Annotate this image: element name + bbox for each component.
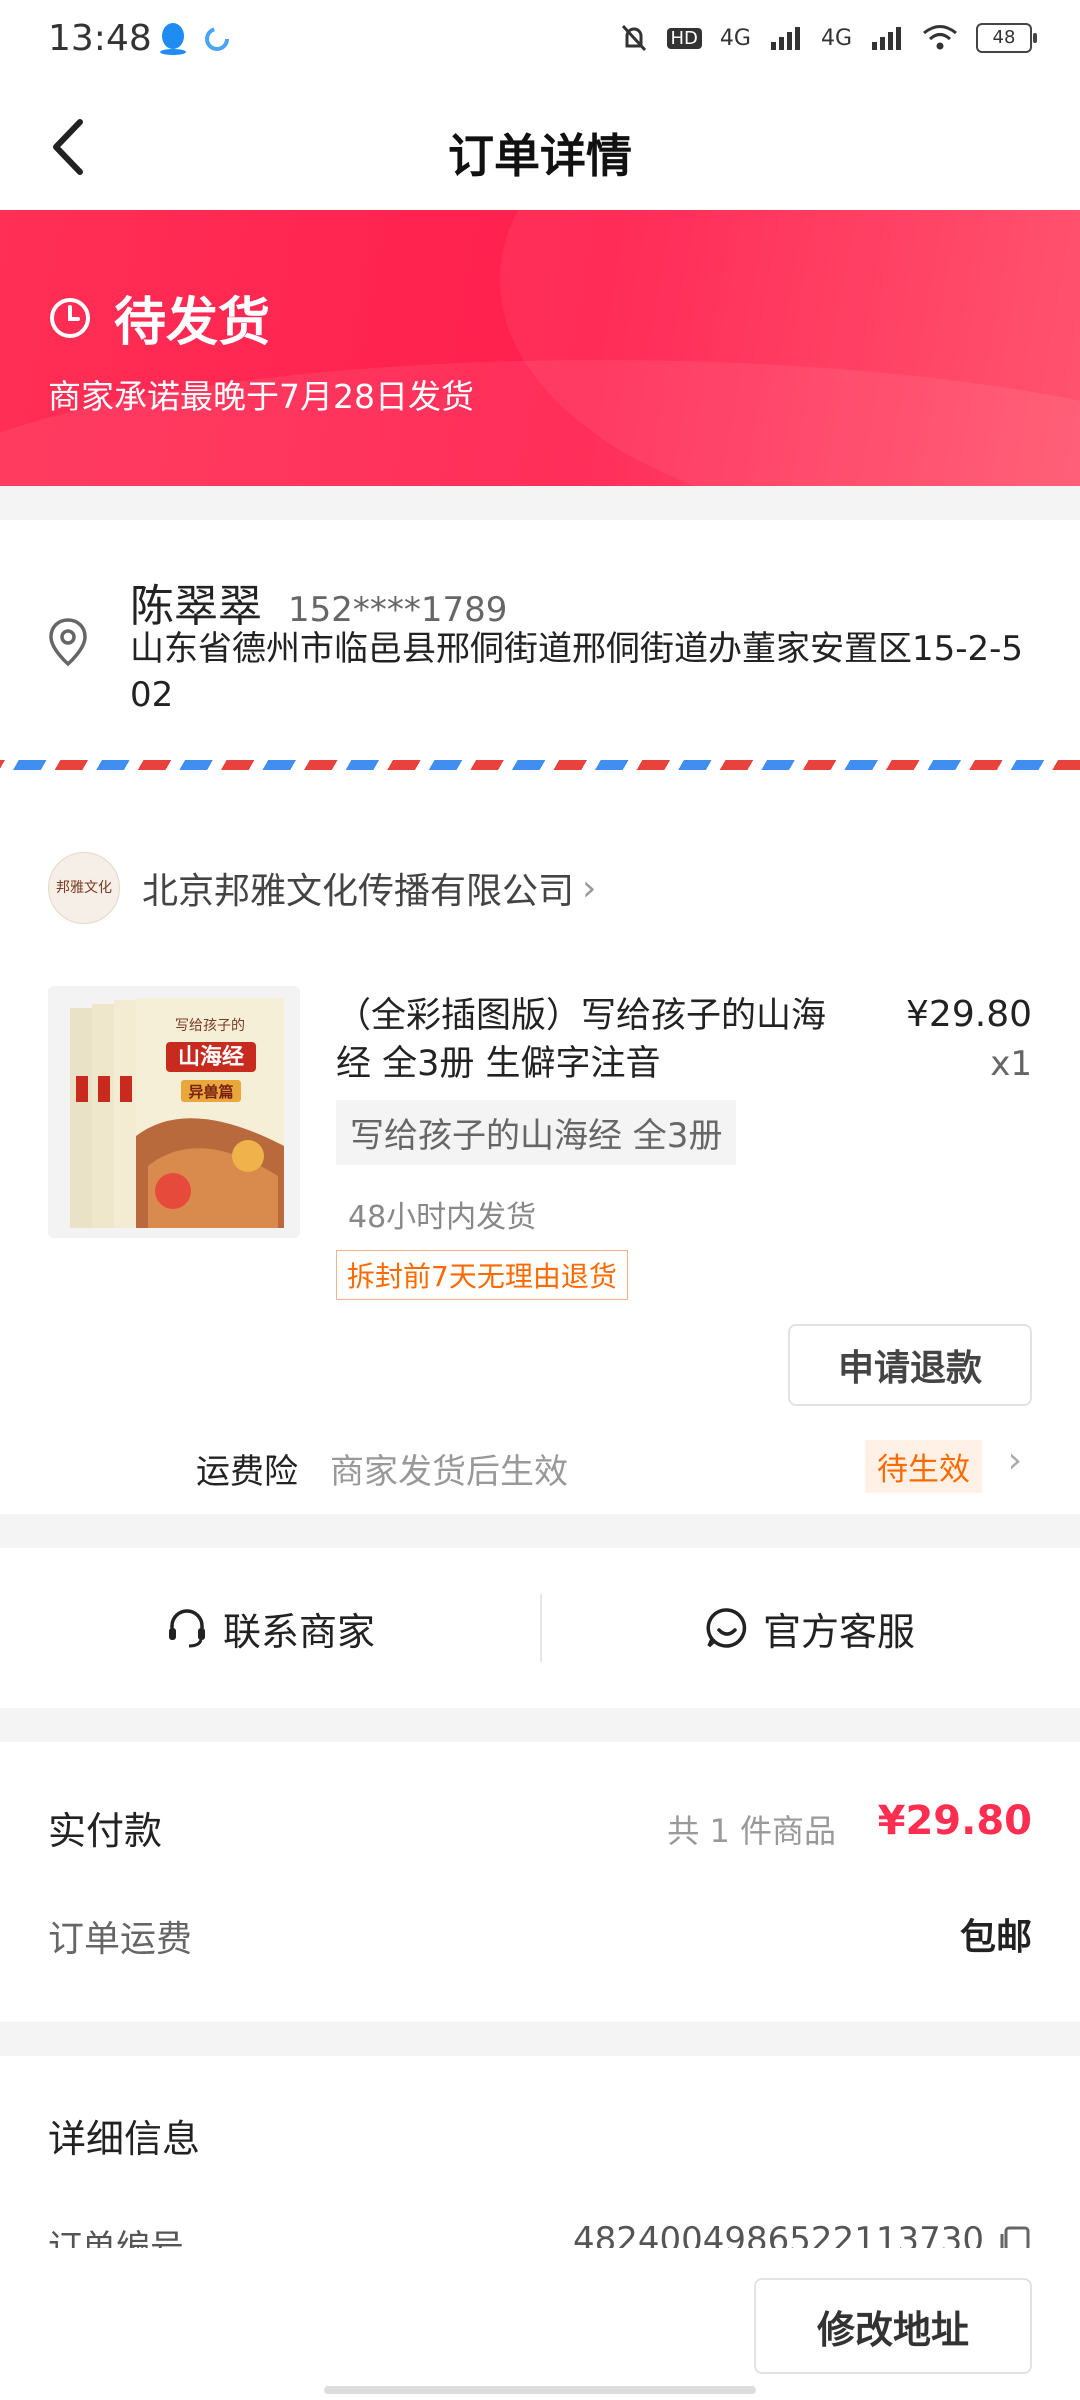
nav-bar: 订单详情 bbox=[0, 84, 1080, 210]
address-card[interactable]: 陈翠翠 152****1789 山东省德州市临邑县邢侗街道邢侗街道办董家安置区1… bbox=[0, 520, 1080, 760]
recipient-name: 陈翠翠 bbox=[130, 581, 262, 632]
clock-icon bbox=[50, 297, 90, 338]
contact-merchant-button[interactable]: 联系商家 bbox=[0, 1548, 540, 1708]
contact-row: 联系商家 官方客服 bbox=[0, 1548, 1080, 1708]
payment-card: 实付款 共 1 件商品 ¥29.80 订单运费 包邮 bbox=[0, 1742, 1080, 2022]
hd-badge: HD bbox=[666, 27, 702, 49]
page-title: 订单详情 bbox=[448, 129, 632, 183]
book-cover-image: 写给孩子的 山海经 异兽篇 bbox=[48, 986, 300, 1238]
product-quantity: x1 bbox=[990, 1044, 1032, 1084]
location-pin-icon bbox=[49, 618, 87, 667]
order-status-text: 待发货 bbox=[114, 293, 271, 353]
status-bar: 13:48 HD 4G 4G 48 bbox=[0, 0, 1080, 84]
freight-value: 包邮 bbox=[959, 1917, 1032, 1958]
insurance-label: 运费险 bbox=[196, 1452, 298, 1492]
address-detail: 山东省德州市临邑县邢侗街道邢侗街道办董家安置区15-2-502 bbox=[130, 629, 1024, 715]
order-item-card: 邦雅文化 北京邦雅文化传播有限公司 › 写给孩子的 山海经 异兽篇 （全彩插图版… bbox=[0, 806, 1080, 1514]
shipping-promise: 商家承诺最晚于7月28日发货 bbox=[48, 377, 474, 416]
battery-icon: 48 bbox=[976, 23, 1037, 53]
mute-bell-icon bbox=[621, 24, 646, 52]
shop-logo: 邦雅文化 bbox=[48, 852, 120, 924]
order-status-banner: 待发货 商家承诺最晚于7月28日发货 bbox=[0, 210, 1080, 486]
cover-title-text: 山海经 bbox=[178, 1044, 244, 1070]
insurance-status-badge: 待生效 bbox=[865, 1440, 982, 1493]
order-status: 待发货 bbox=[48, 280, 270, 355]
insurance-desc: 商家发货后生效 bbox=[330, 1452, 568, 1492]
shop-name[interactable]: 北京邦雅文化传播有限公司 bbox=[142, 862, 574, 914]
contact-merchant-label: 联系商家 bbox=[222, 1609, 375, 1654]
status-time: 13:48 bbox=[48, 18, 152, 59]
sync-icon bbox=[205, 27, 229, 51]
qq-icon bbox=[160, 23, 186, 55]
paid-amount: ¥29.80 bbox=[877, 1798, 1032, 1844]
home-indicator[interactable] bbox=[324, 2386, 756, 2394]
chevron-right-icon: › bbox=[1007, 1440, 1022, 1481]
product-image[interactable]: 写给孩子的 山海经 异兽篇 bbox=[48, 986, 300, 1238]
wifi-icon bbox=[923, 25, 957, 50]
airmail-border bbox=[0, 760, 1080, 770]
product-price: ¥29.80 bbox=[906, 994, 1032, 1035]
notification-icons bbox=[158, 22, 232, 56]
cover-subtitle-text: 异兽篇 bbox=[188, 1083, 233, 1101]
shop-header[interactable]: 邦雅文化 北京邦雅文化传播有限公司 › bbox=[48, 852, 596, 924]
details-title: 详细信息 bbox=[48, 2117, 201, 2161]
freight-label: 订单运费 bbox=[48, 1919, 193, 1960]
network-4g-2: 4G bbox=[820, 25, 852, 51]
headset-icon bbox=[168, 1609, 205, 1648]
signal-icon-1 bbox=[770, 27, 800, 50]
item-count: 共 1 件商品 bbox=[667, 1812, 836, 1850]
return-policy-badge: 拆封前7天无理由退货 bbox=[336, 1250, 628, 1300]
customer-service-label: 官方客服 bbox=[762, 1609, 915, 1654]
cover-top-text: 写给孩子的 bbox=[175, 1018, 245, 1034]
product-title[interactable]: （全彩插图版）写给孩子的山海经 全3册 生僻字注音 bbox=[336, 992, 846, 1088]
recipient-phone: 152****1789 bbox=[288, 590, 508, 630]
shipping-time: 48小时内发货 bbox=[348, 1200, 537, 1235]
status-right: HD 4G 4G 48 bbox=[619, 22, 1037, 54]
product-sku: 写给孩子的山海经 全3册 bbox=[336, 1100, 737, 1165]
signal-icon-2 bbox=[872, 27, 901, 50]
refund-button[interactable]: 申请退款 bbox=[788, 1324, 1032, 1406]
customer-service-button[interactable]: 官方客服 bbox=[540, 1548, 1080, 1708]
chevron-right-icon: › bbox=[582, 867, 597, 909]
modify-address-button[interactable]: 修改地址 bbox=[754, 2278, 1032, 2374]
smile-chat-icon bbox=[706, 1608, 747, 1648]
network-4g-1: 4G bbox=[719, 25, 751, 51]
paid-amount-label: 实付款 bbox=[48, 1809, 163, 1853]
shipping-insurance-row[interactable]: 运费险 商家发货后生效 待生效 › bbox=[0, 1436, 1080, 1496]
recipient-info: 陈翠翠 152****1789 bbox=[130, 570, 507, 634]
